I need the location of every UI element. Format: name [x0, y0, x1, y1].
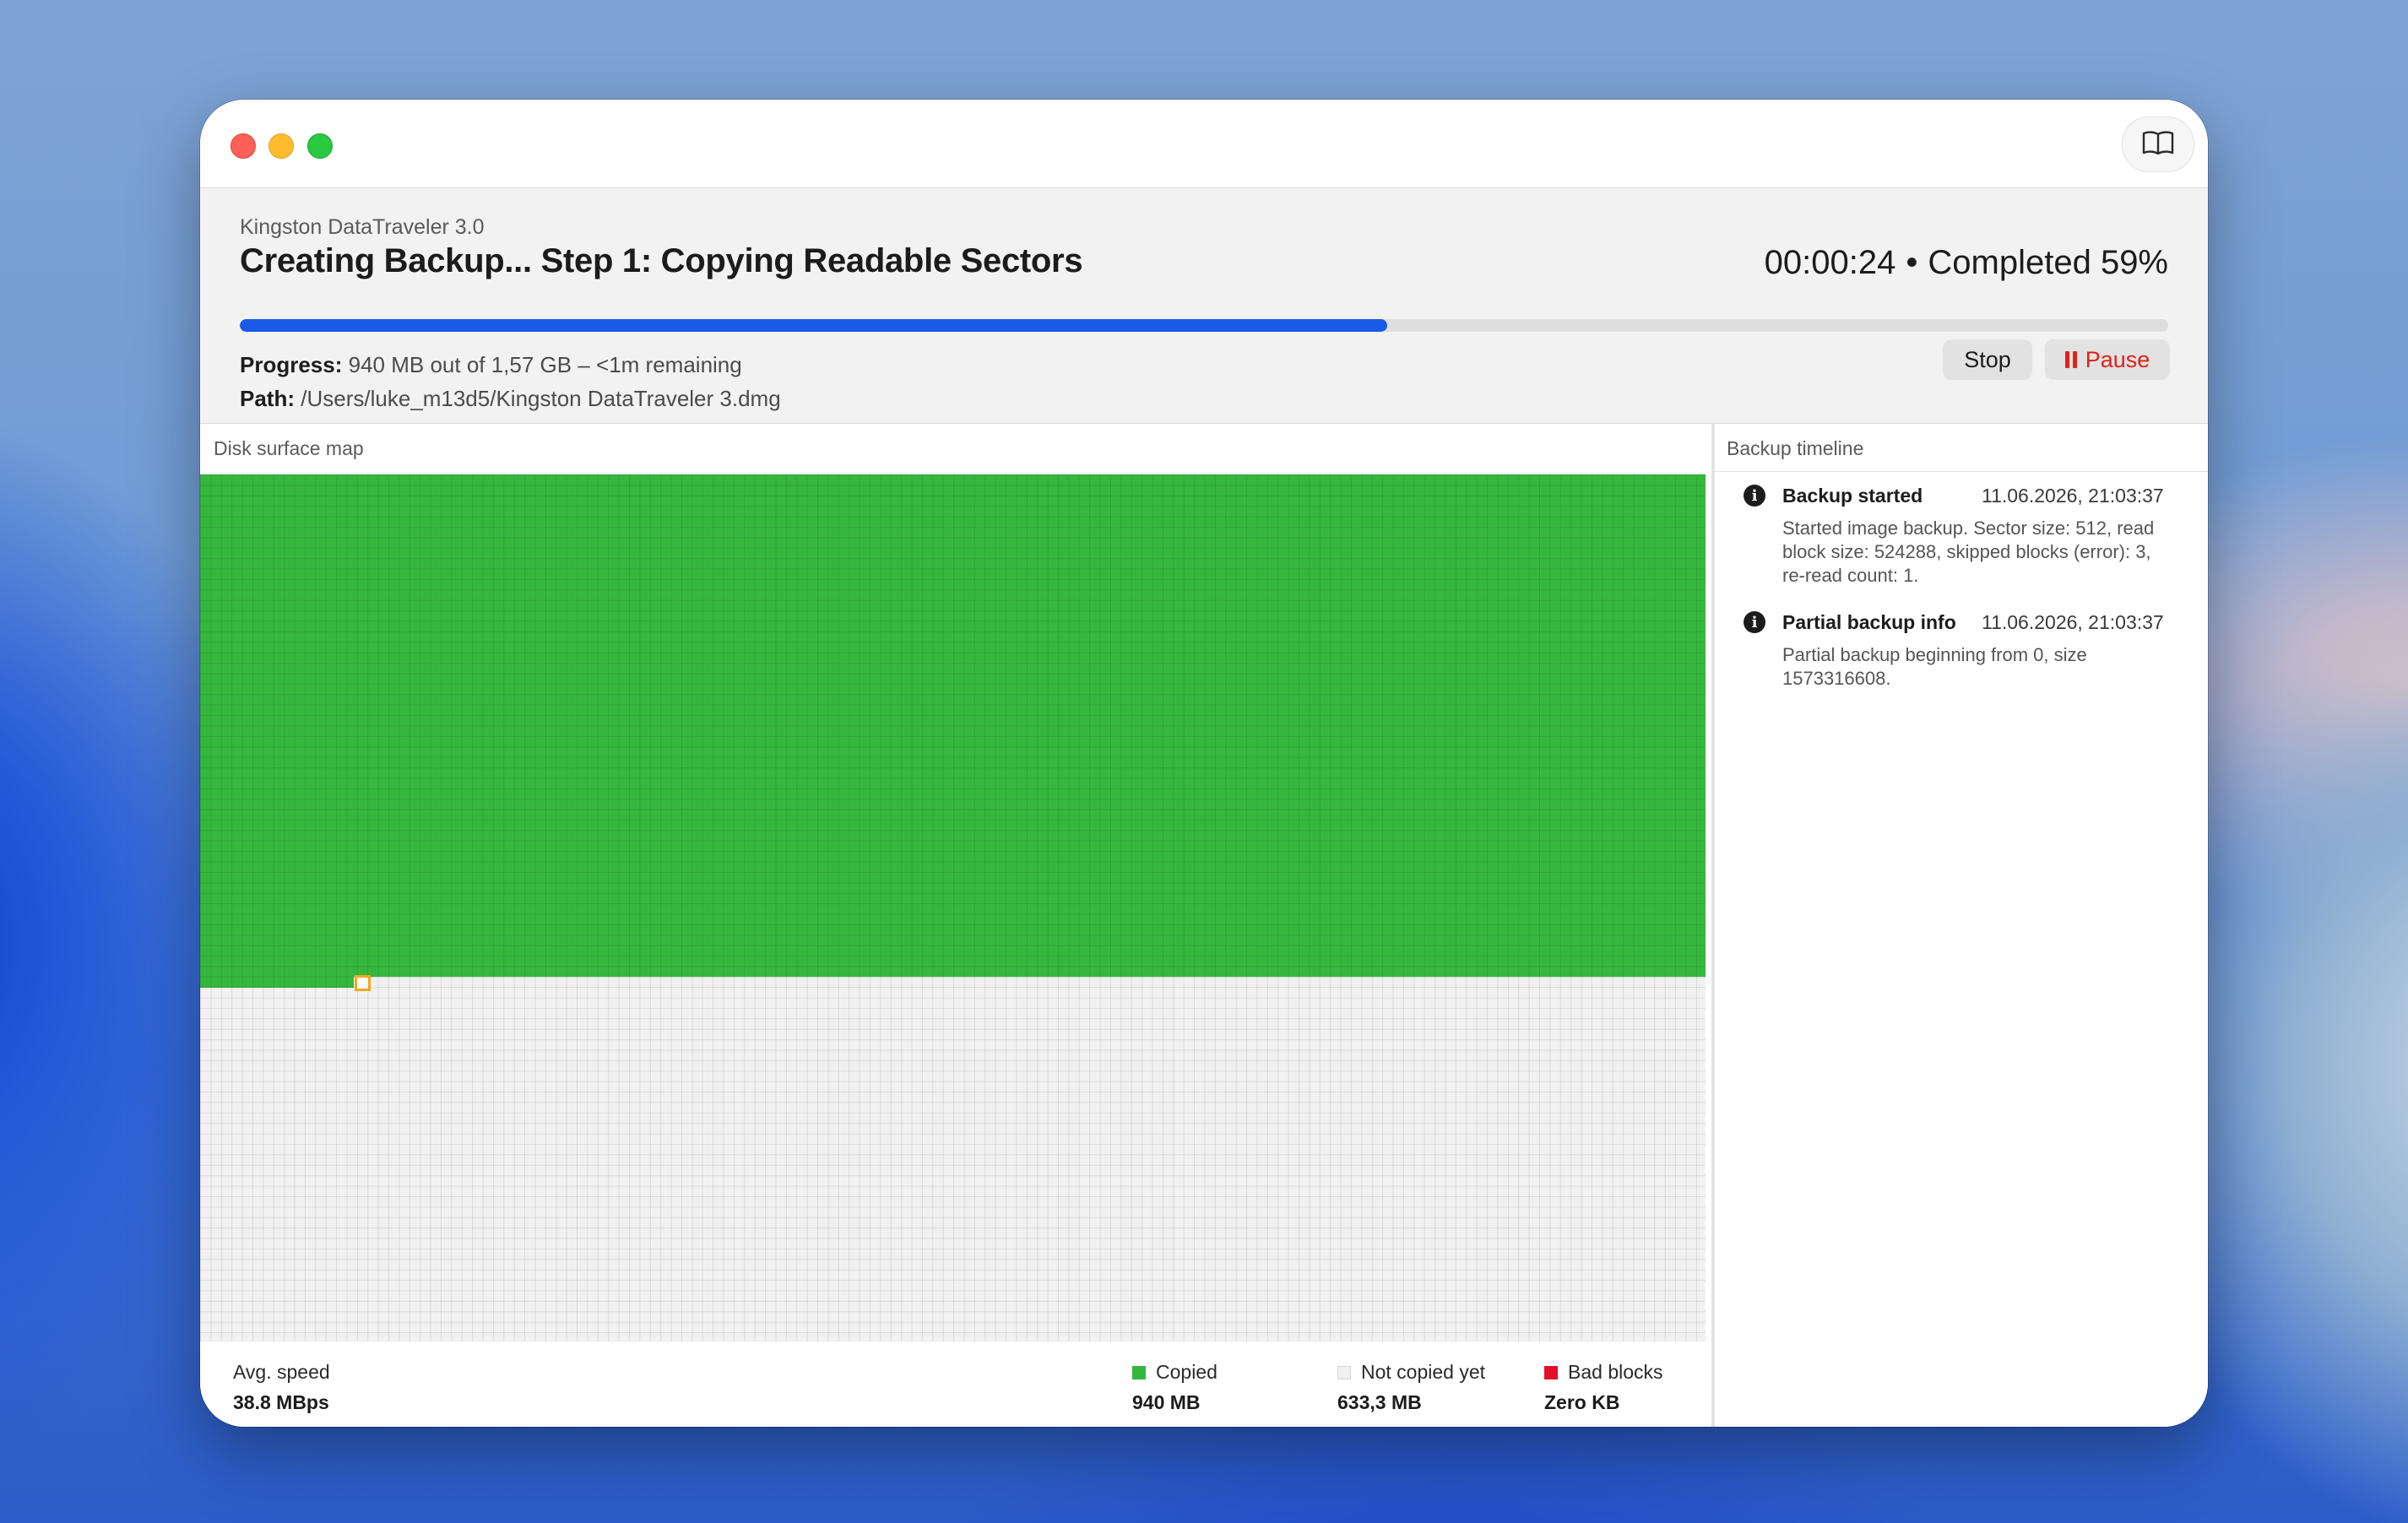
- backup-status: 00:00:24 • Completed 59%: [1765, 244, 2168, 282]
- backup-header: Kingston DataTraveler 3.0 Creating Backu…: [200, 188, 2208, 424]
- stop-button-label: Stop: [1964, 346, 2011, 372]
- not-copied-swatch: [1337, 1365, 1351, 1379]
- info-icon: i: [1744, 485, 1765, 507]
- backup-timeline-header: Backup timeline: [1715, 424, 2208, 472]
- backup-timeline-panel: Backup timeline i Backup started 11.06.2…: [1715, 424, 2208, 1427]
- info-icon: i: [1744, 611, 1765, 633]
- timeline-entry-time: 11.06.2026, 21:03:37: [1982, 485, 2164, 507]
- not-copied-label: Not copied yet: [1361, 1361, 1486, 1383]
- path-label: Path:: [240, 386, 295, 411]
- completed-percent: Completed 59%: [1928, 244, 2168, 281]
- disk-surface-map: [200, 474, 1706, 1341]
- help-button[interactable]: [2122, 117, 2194, 172]
- backup-stats: Avg. speed 38.8 MBps Copied 940 MB Not c…: [200, 1342, 1711, 1427]
- book-icon: [2141, 129, 2175, 160]
- bad-blocks-label: Bad blocks: [1568, 1361, 1663, 1383]
- timeline-entry-description: Partial backup beginning from 0, size 15…: [1782, 644, 2087, 689]
- disk-surface-map-label: Disk surface map: [214, 437, 364, 459]
- sector-grid: [200, 474, 1706, 1341]
- pause-button[interactable]: Pause: [2045, 339, 2170, 380]
- app-window: Kingston DataTraveler 3.0 Creating Backu…: [200, 100, 2208, 1427]
- elapsed-time: 00:00:24: [1764, 244, 1896, 281]
- avg-speed-value: 38.8 MBps: [233, 1391, 329, 1413]
- copied-value: 940 MB: [1132, 1391, 1201, 1413]
- avg-speed-label: Avg. speed: [233, 1361, 330, 1383]
- copied-swatch: [1132, 1365, 1146, 1379]
- zoom-window-button[interactable]: [307, 133, 333, 159]
- bad-blocks-swatch: [1544, 1365, 1558, 1379]
- path-info: Path: /Users/luke_m13d5/Kingston DataTra…: [240, 386, 781, 412]
- page-title: Creating Backup... Step 1: Copying Reada…: [240, 242, 1083, 279]
- current-read-position: [355, 975, 371, 992]
- progress-info: Progress: 940 MB out of 1,57 GB – <1m re…: [240, 352, 742, 378]
- progress-value: 940 MB out of 1,57 GB – <1m remaining: [348, 352, 742, 377]
- timeline-entry-description: Started image backup. Sector size: 512, …: [1782, 518, 2155, 586]
- progress-label: Progress:: [240, 352, 343, 377]
- title-bar: [200, 100, 2208, 188]
- progress-bar-fill: [240, 319, 1387, 332]
- bad-blocks-value: Zero KB: [1544, 1391, 1620, 1413]
- timeline-entry-title: Partial backup info: [1782, 611, 1956, 633]
- stop-button[interactable]: Stop: [1943, 339, 2032, 380]
- path-value: /Users/luke_m13d5/Kingston DataTraveler …: [301, 386, 781, 411]
- close-window-button[interactable]: [230, 133, 256, 159]
- not-copied-value: 633,3 MB: [1337, 1391, 1422, 1413]
- device-name: Kingston DataTraveler 3.0: [240, 215, 485, 239]
- timeline-entry-time: 11.06.2026, 21:03:37: [1982, 611, 2164, 633]
- copied-legend: Copied: [1132, 1361, 1218, 1384]
- pause-icon: [2064, 351, 2077, 368]
- progress-bar: [240, 319, 2168, 332]
- pause-button-label: Pause: [2085, 346, 2150, 372]
- bad-blocks-legend: Bad blocks: [1544, 1361, 1663, 1384]
- timeline-entry-title: Backup started: [1782, 485, 1923, 507]
- disk-surface-map-panel: Disk surface map Avg. speed 38.8 MBps Co…: [200, 424, 1711, 1427]
- not-copied-legend: Not copied yet: [1337, 1361, 1485, 1384]
- minimize-window-button[interactable]: [268, 133, 294, 159]
- status-separator: •: [1906, 244, 1918, 281]
- copied-label: Copied: [1156, 1361, 1218, 1383]
- backup-timeline-label: Backup timeline: [1727, 437, 1864, 459]
